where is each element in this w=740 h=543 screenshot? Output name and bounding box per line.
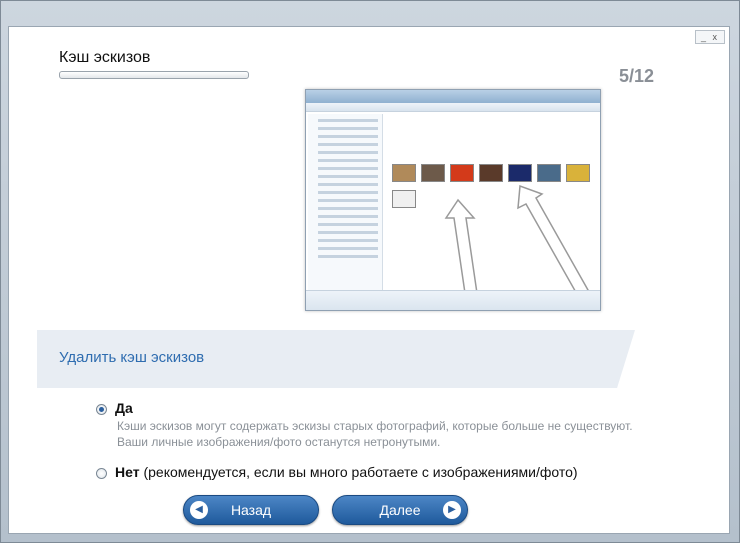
option-yes-label[interactable]: Да bbox=[115, 400, 133, 416]
radio-yes[interactable] bbox=[96, 404, 107, 415]
arrow-left bbox=[444, 198, 479, 301]
window-controls[interactable]: _ x bbox=[695, 30, 725, 44]
page-title: Кэш эскизов bbox=[59, 49, 151, 66]
chevron-right-icon: ▶ bbox=[443, 501, 461, 519]
back-button[interactable]: ◀ Назад bbox=[183, 495, 319, 525]
option-no-label[interactable]: Нет (рекомендуется, если вы много работа… bbox=[115, 464, 578, 480]
step-counter: 5/12 bbox=[619, 66, 655, 86]
next-button[interactable]: Далее ▶ bbox=[332, 495, 468, 525]
progress-bar bbox=[59, 71, 249, 79]
arrow-right bbox=[517, 184, 590, 298]
radio-no[interactable] bbox=[96, 468, 107, 479]
example-screenshot bbox=[305, 89, 601, 311]
preview-statusbar bbox=[306, 290, 600, 310]
action-title: Удалить кэш эскизов bbox=[59, 349, 205, 366]
wizard-client-area: _ x Кэш эскизов 5/12 Удалить кэш эскизов… bbox=[8, 26, 730, 534]
pointer-arrows bbox=[444, 184, 590, 301]
option-yes-description: Кэши эскизов могут содержать эскизы стар… bbox=[117, 419, 633, 449]
